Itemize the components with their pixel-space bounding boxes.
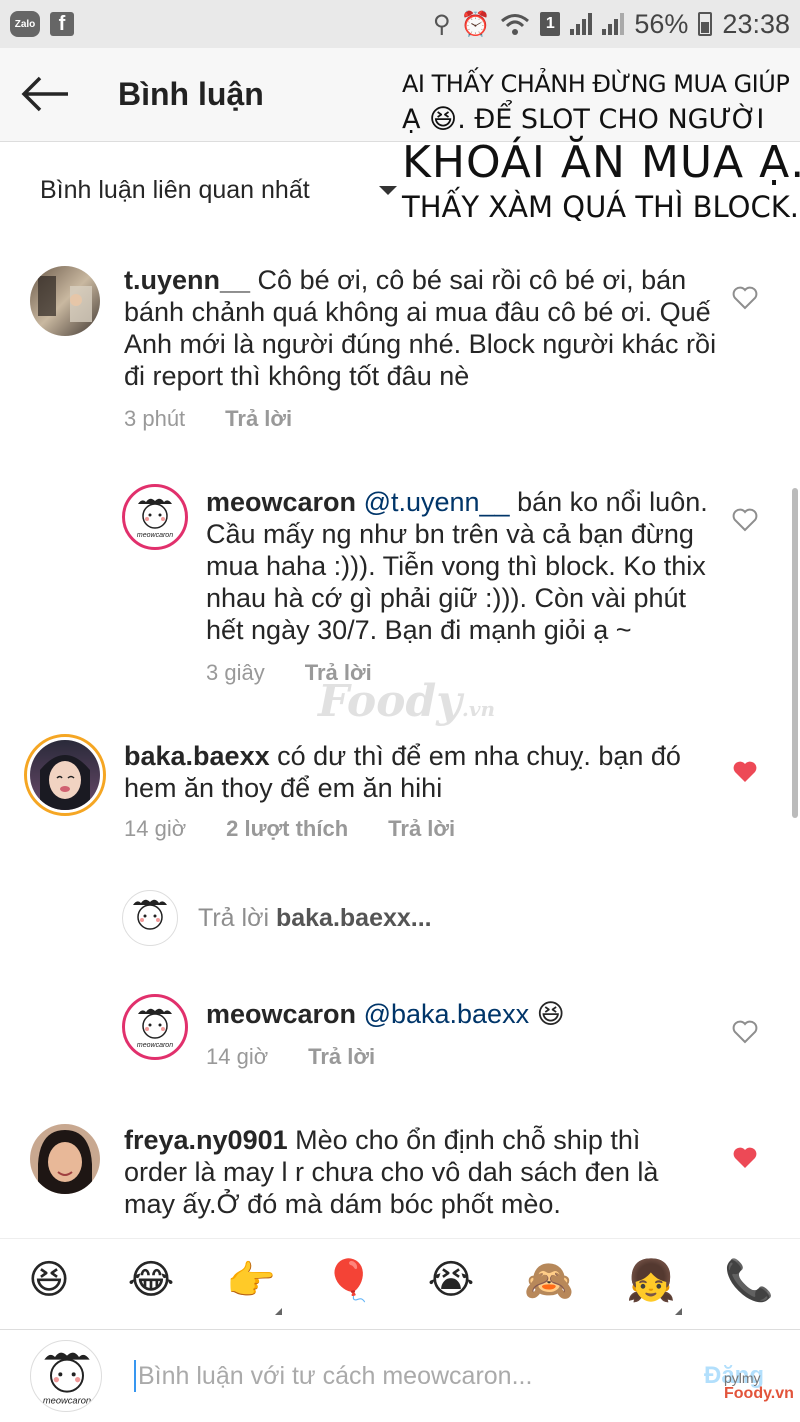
- emoji-tears-of-joy[interactable]: 😂: [126, 1257, 176, 1313]
- note-line-2: Ạ 😆. ĐỂ SLOT CHO NGƯỜI: [402, 104, 765, 135]
- emoji-crying[interactable]: 😭: [426, 1257, 476, 1313]
- reply-prompt[interactable]: Trả lời baka.baexx...: [198, 904, 432, 933]
- note-line-1: AI THẤY CHẢNH ĐỪNG MUA GIÚP: [402, 70, 790, 98]
- heart-outline-icon[interactable]: [732, 1020, 758, 1044]
- scrollbar[interactable]: [792, 488, 798, 818]
- clock: 23:38: [722, 8, 790, 39]
- comment-body: 😆: [529, 999, 565, 1029]
- comment-meta: 14 giờ Trả lời: [206, 1044, 375, 1070]
- comment-input[interactable]: Bình luận với tư cách meowcaron...: [134, 1360, 532, 1392]
- comment-text: baka.baexx có dư thì để em nha chuỵ. bạn…: [124, 740, 704, 804]
- comment-time: 3 phút: [124, 406, 186, 431]
- reply-button[interactable]: Trả lời: [225, 406, 292, 432]
- caret-down-icon[interactable]: [379, 186, 397, 195]
- reply-prompt-avatar[interactable]: [122, 890, 178, 946]
- comment-username[interactable]: meowcaron: [206, 487, 356, 517]
- signal-icon: [570, 13, 593, 35]
- foody-watermark: Foody.vn: [318, 676, 495, 727]
- status-right: ⚲ ⏰ 1 56% 23:38: [433, 9, 790, 40]
- foody-corner-watermark: pylmy Foody.vn: [724, 1370, 794, 1402]
- mention-link[interactable]: @baka.baexx: [364, 999, 530, 1029]
- avatar-t-uyenn[interactable]: [30, 266, 100, 336]
- heart-filled-icon[interactable]: [732, 1146, 758, 1170]
- heart-outline-icon[interactable]: [732, 286, 758, 310]
- heart-outline-icon[interactable]: [732, 508, 758, 532]
- meowcaron-logo: meowcaron: [128, 490, 182, 544]
- zalo-icon: Zalo: [10, 11, 40, 37]
- wifi-icon: [501, 14, 530, 35]
- mention-link[interactable]: @t.uyenn__: [364, 487, 510, 517]
- comment-username[interactable]: t.uyenn__: [124, 265, 250, 295]
- comment-text: meowcaron @baka.baexx 😆: [206, 998, 726, 1030]
- reply-prompt-prefix: Trả lời: [198, 904, 276, 932]
- signal-2-icon: [602, 13, 625, 35]
- comment-text: t.uyenn__ Cô bé ơi, cô bé sai rồi cô bé …: [124, 264, 724, 392]
- comment-text: meowcaron @t.uyenn__ bán ko nổi luôn. Cầ…: [206, 486, 726, 646]
- status-left: Zalo f: [10, 11, 74, 37]
- sim-icon: 1: [540, 12, 561, 36]
- sort-dropdown[interactable]: Bình luận liên quan nhất: [40, 176, 310, 205]
- comment-time: 14 giờ: [124, 816, 187, 841]
- battery-percent: 56%: [634, 8, 689, 39]
- comment-composer: meowcaron Bình luận với tư cách meowcaro…: [0, 1330, 800, 1422]
- avatar-photo: [30, 740, 100, 810]
- emoji-balloon[interactable]: 🎈: [324, 1257, 374, 1313]
- emoji-see-no-evil-monkey[interactable]: 🙈: [524, 1257, 574, 1313]
- meowcaron-logo: [133, 899, 167, 930]
- composer-avatar: meowcaron: [30, 1340, 102, 1412]
- heart-filled-icon[interactable]: [732, 760, 758, 784]
- alarm-icon: ⏰: [460, 10, 491, 38]
- comment-time: 14 giờ: [206, 1044, 269, 1069]
- comment-time: 3 giây: [206, 660, 265, 685]
- reply-button[interactable]: Trả lời: [308, 1044, 375, 1070]
- status-bar: Zalo f ⚲ ⏰ 1 56% 23:38: [0, 0, 800, 48]
- comment-username[interactable]: meowcaron: [206, 999, 356, 1029]
- comment-username[interactable]: baka.baexx: [124, 741, 270, 771]
- emoji-laughing[interactable]: 😆: [24, 1257, 74, 1313]
- avatar-meowcaron[interactable]: meowcaron: [122, 484, 188, 550]
- svg-text:meowcaron: meowcaron: [137, 532, 173, 539]
- emoji-phone[interactable]: 📞: [724, 1257, 774, 1313]
- avatar-photo: [38, 276, 92, 322]
- likes-count[interactable]: 2 lượt thích: [226, 816, 348, 842]
- emoji-pointing-hand[interactable]: 👉: [226, 1257, 282, 1315]
- avatar-photo: [38, 1130, 92, 1194]
- note-line-3: KHOÁI ĂN MUA Ạ.: [402, 137, 800, 188]
- overlay-note: AI THẤY CHẢNH ĐỪNG MUA GIÚP Ạ 😆. ĐỂ SLOT…: [402, 70, 800, 224]
- page-title: Bình luận: [118, 76, 264, 112]
- battery-icon: [698, 12, 713, 36]
- reply-prompt-target: baka.baexx...: [275, 904, 432, 932]
- svg-text:meowcaron: meowcaron: [137, 1042, 173, 1049]
- comment-meta: 14 giờ 2 lượt thích Trả lời: [124, 816, 455, 842]
- facebook-icon: f: [50, 12, 74, 36]
- meowcaron-logo: meowcaron: [128, 1000, 182, 1054]
- avatar-meowcaron[interactable]: meowcaron: [122, 994, 188, 1060]
- location-icon: ⚲: [432, 10, 451, 38]
- reply-button[interactable]: Trả lời: [388, 816, 455, 842]
- comment-text: freya.ny0901 Mèo cho ổn định chỗ ship th…: [124, 1124, 704, 1220]
- comment-meta: 3 phút Trả lời: [124, 406, 292, 432]
- avatar-freya-ny0901[interactable]: [30, 1124, 100, 1194]
- emoji-girl[interactable]: 👧: [626, 1257, 682, 1315]
- comment-username[interactable]: freya.ny0901: [124, 1125, 288, 1155]
- avatar-baka-baexx[interactable]: [24, 734, 106, 816]
- svg-text:meowcaron: meowcaron: [43, 1396, 91, 1406]
- back-arrow-icon[interactable]: [20, 74, 70, 114]
- note-line-4: THẤY XÀM QUÁ THÌ BLOCK.: [402, 190, 799, 224]
- meowcaron-logo: meowcaron: [43, 1352, 91, 1406]
- emoji-bar: 😆 😂 👉 🎈 😭 🙈 👧 📞: [0, 1238, 800, 1330]
